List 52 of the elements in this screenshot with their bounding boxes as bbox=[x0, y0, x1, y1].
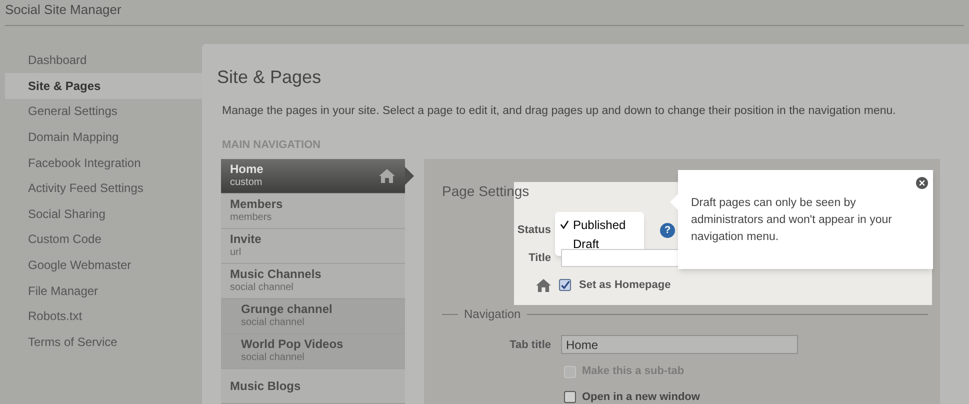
fieldset-legend: Navigation bbox=[464, 305, 521, 324]
app-title: Social Site Manager bbox=[5, 1, 122, 19]
sidebar-item[interactable]: Site & Pages bbox=[5, 73, 202, 99]
pointer-icon bbox=[405, 167, 414, 186]
sidebar-item[interactable]: Google Webmaster bbox=[5, 252, 202, 278]
page-description: Manage the pages in your site. Select a page to edit it, and drag pages up and down to change their position in the navigation menu. bbox=[221, 104, 897, 118]
tooltip-text: Draft pages can only be seen by administrators and won't appear in your navigation menu. bbox=[691, 196, 893, 246]
tab-title-input[interactable]: Home bbox=[561, 335, 798, 354]
sidebar-item[interactable]: Activity Feed Settings bbox=[5, 175, 202, 202]
nav-item-type: url bbox=[230, 246, 242, 260]
checkbox[interactable] bbox=[559, 279, 571, 292]
checkbox[interactable] bbox=[564, 391, 576, 403]
checkbox-label: Set as Homepage bbox=[579, 278, 671, 293]
nav-item-title: Grunge channel bbox=[241, 303, 332, 316]
sidebar-item[interactable]: File Manager bbox=[5, 278, 202, 304]
menu-option[interactable]: Draft bbox=[555, 234, 644, 254]
nav-item-type: social channel bbox=[230, 281, 294, 294]
field-label: Title bbox=[528, 251, 551, 266]
nav-item-title: World Pop Videos bbox=[241, 338, 344, 352]
homepage-house-icon bbox=[536, 278, 551, 292]
sidebar-item[interactable]: Dashboard bbox=[5, 48, 202, 74]
page-title: Site & Pages bbox=[217, 66, 322, 88]
nav-item-type: social channel bbox=[241, 351, 306, 364]
nav-item[interactable]: Invite url bbox=[221, 229, 405, 264]
sidebar-item[interactable]: General Settings bbox=[5, 98, 202, 124]
sidebar-item[interactable]: Custom Code bbox=[5, 226, 202, 252]
nav-item-title: Members bbox=[230, 198, 283, 212]
checkmark-icon bbox=[560, 220, 569, 230]
field-label: Status bbox=[516, 223, 551, 238]
nav-item-type: social channel bbox=[241, 316, 306, 330]
field-label: Tab title bbox=[508, 338, 551, 352]
nav-item[interactable]: Music Channels social channel bbox=[221, 264, 405, 300]
nav-item[interactable]: Music Blogs bbox=[221, 369, 405, 404]
nav-item-title: Music Channels bbox=[230, 268, 322, 282]
nav-item[interactable]: World Pop Videos social channel bbox=[221, 334, 405, 370]
sidebar-item[interactable]: Robots.txt bbox=[5, 303, 202, 330]
sidebar-item[interactable]: Facebook Integration bbox=[5, 150, 202, 176]
nav-item-title: Home bbox=[230, 163, 264, 176]
option-label: Draft bbox=[573, 236, 600, 253]
nav-item-title: Invite bbox=[230, 233, 262, 246]
sidebar-item[interactable]: Social Sharing bbox=[5, 201, 202, 227]
nav-item-title: Music Blogs bbox=[230, 380, 301, 393]
nav-item[interactable]: Grunge channel social channel bbox=[221, 299, 405, 334]
nav-item-type: members bbox=[230, 211, 273, 224]
nav-item-type: custom bbox=[230, 176, 264, 190]
sidebar-item[interactable]: Terms of Service bbox=[5, 329, 202, 355]
option-label: Published bbox=[573, 216, 626, 234]
menu-option[interactable]: Published bbox=[555, 215, 644, 234]
sidebar-item[interactable]: Domain Mapping bbox=[5, 124, 202, 150]
checkbox-label: Open in a new window bbox=[582, 390, 700, 404]
nav-item[interactable]: Members members bbox=[221, 194, 405, 230]
close-icon[interactable] bbox=[916, 177, 928, 190]
